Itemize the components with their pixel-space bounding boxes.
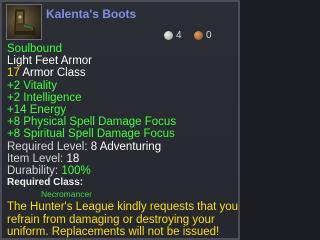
flavor-line: refrain from damaging or destroying your	[7, 213, 215, 226]
bonus-energy: +14 Energy	[7, 104, 67, 117]
durability-value: 100%	[61, 165, 91, 178]
durability-label: Durability:	[7, 165, 59, 178]
required-level: Required Level: 8 Adventuring	[7, 141, 233, 153]
required-level-value: 8 Adventuring	[90, 140, 162, 153]
item-tooltip: Kalenta's Boots 4 0 Soulbound Light Feet…	[0, 0, 240, 240]
armor-type: Light Feet Armor	[7, 55, 93, 68]
binding-status: Soulbound	[7, 43, 62, 55]
bonus-vitality: +2 Vitality	[7, 79, 57, 92]
item-name: Kalenta's Boots	[46, 7, 137, 21]
required-class-label: Required Class:	[7, 177, 84, 189]
item-level-label: Item Level:	[7, 152, 64, 165]
armor-class-value: 17	[7, 67, 20, 80]
durability: Durability: 100%	[7, 165, 233, 177]
bronze-count: 0	[206, 30, 212, 41]
armor-class: 17 Armor Class	[7, 67, 233, 79]
required-class-value: Necromancer	[41, 189, 93, 200]
tooltip-header: Kalenta's Boots 4 0	[2, 2, 238, 44]
item-stats: Soulbound Light Feet Armor 17 Armor Clas…	[7, 43, 239, 238]
armor-class-label: Armor Class	[22, 67, 86, 80]
flavor-line: The Hunter's League kindly requests that…	[7, 201, 239, 214]
item-level-value: 18	[66, 152, 80, 165]
silver-count: 4	[176, 30, 182, 41]
bonus-spiritual-spell-damage: +8 Spiritual Spell Damage Focus	[7, 128, 175, 141]
bonus-physical-spell-damage: +8 Physical Spell Damage Focus	[7, 116, 177, 129]
sell-price: 4 0	[164, 30, 224, 42]
bonus-intelligence: +2 Intelligence	[7, 91, 82, 104]
required-level-label: Required Level:	[7, 140, 88, 153]
silver-coin-icon	[164, 31, 173, 40]
item-level: Item Level: 18	[7, 153, 233, 165]
flavor-line: uniform. Replacements will not be issued…	[7, 225, 220, 238]
flavor-text: The Hunter's League kindly requests that…	[7, 201, 239, 238]
bronze-coin-icon	[194, 31, 203, 40]
boots-icon	[6, 4, 42, 40]
